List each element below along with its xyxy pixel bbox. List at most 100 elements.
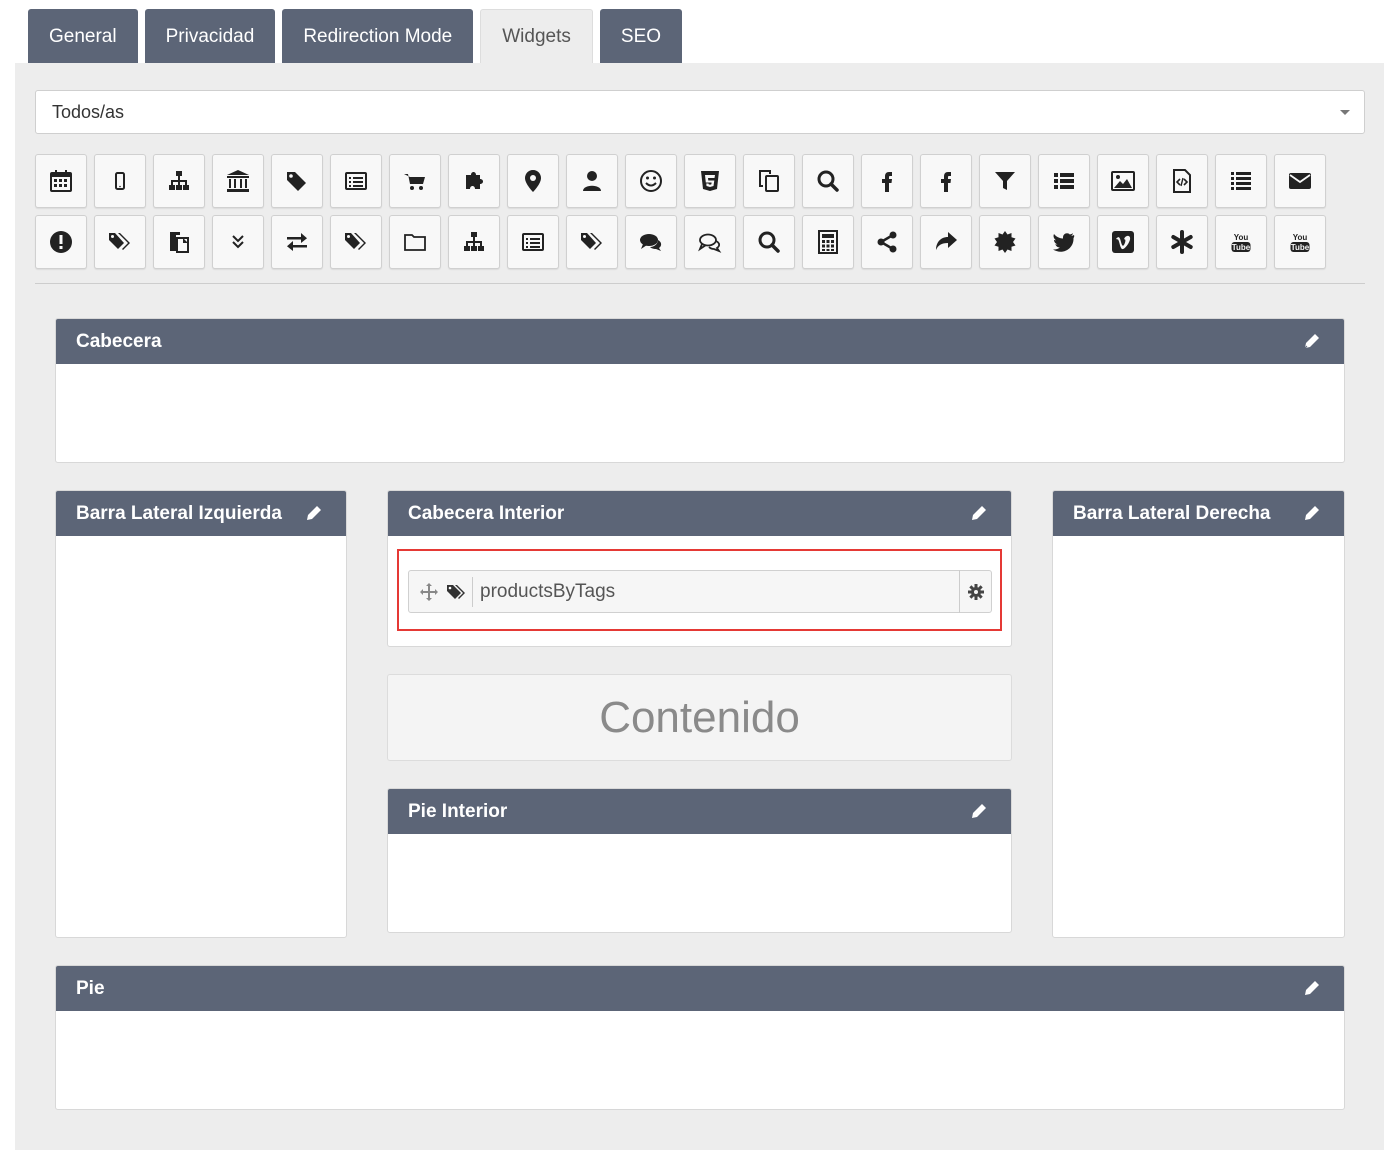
asterisk-icon	[1171, 230, 1193, 254]
comments-widget-button[interactable]	[625, 215, 677, 269]
gear-icon	[967, 583, 984, 600]
widget-filter-select[interactable]: Todos/as	[35, 90, 1365, 134]
svg-text:Tube: Tube	[1291, 243, 1310, 252]
block-header: Cabecera Interior	[388, 491, 1011, 536]
user-widget-button[interactable]	[566, 154, 618, 208]
block-pie-interior: Pie Interior	[387, 788, 1012, 933]
share-icon	[877, 231, 897, 253]
search-widget-button[interactable]	[802, 154, 854, 208]
calculator-widget-button[interactable]	[802, 215, 854, 269]
block-barra-lateral-derecha: Barra Lateral Derecha	[1052, 490, 1345, 938]
list-alt-alt-icon	[522, 233, 544, 251]
copy-widget-button[interactable]	[743, 154, 795, 208]
tags-alt-icon	[345, 233, 366, 250]
image-widget-button[interactable]	[1097, 154, 1149, 208]
tag-widget-button[interactable]	[271, 154, 323, 208]
block-title: Cabecera	[76, 330, 162, 352]
youtube-widget-button[interactable]: You Tube	[1215, 215, 1267, 269]
list-ul-widget-button[interactable]	[1038, 154, 1090, 208]
svg-text:You: You	[1234, 233, 1249, 242]
block-contenido: Contenido	[387, 674, 1012, 761]
vimeo-icon	[1112, 231, 1134, 253]
search-alt-widget-button[interactable]	[743, 215, 795, 269]
smile-widget-button[interactable]	[625, 154, 677, 208]
certificate-icon	[994, 231, 1016, 253]
facebook-widget-button[interactable]	[861, 154, 913, 208]
pencil-icon[interactable]	[304, 503, 324, 523]
tab-seo[interactable]: SEO	[599, 9, 683, 64]
paste-icon	[170, 232, 189, 253]
tab-privacidad[interactable]: Privacidad	[144, 9, 276, 64]
comments-icon	[640, 234, 662, 251]
pencil-icon[interactable]	[1302, 978, 1322, 998]
envelope-icon	[1289, 173, 1311, 189]
block-header: Barra Lateral Izquierda	[56, 491, 346, 536]
sitemap-alt-widget-button[interactable]	[448, 215, 500, 269]
share-arrow-widget-button[interactable]	[920, 215, 972, 269]
pencil-icon[interactable]	[969, 801, 989, 821]
list-widget-button[interactable]	[1215, 154, 1267, 208]
map-marker-widget-button[interactable]	[507, 154, 559, 208]
code-file-widget-button[interactable]	[1156, 154, 1208, 208]
tab-bar: General Privacidad Redirection Mode Widg…	[28, 9, 683, 64]
facebook-alt-icon	[941, 172, 951, 192]
calendar-widget-button[interactable]	[35, 154, 87, 208]
twitter-icon	[1053, 233, 1075, 252]
search-icon	[817, 170, 839, 192]
pencil-icon[interactable]	[1302, 331, 1322, 351]
tab-redirection-mode[interactable]: Redirection Mode	[282, 9, 474, 64]
block-pie: Pie	[55, 965, 1345, 1110]
vimeo-widget-button[interactable]	[1097, 215, 1149, 269]
calculator-icon	[818, 230, 838, 254]
widget-icon-row-1	[35, 154, 1326, 208]
widget-item[interactable]: productsByTags	[408, 570, 992, 613]
copy-icon	[759, 170, 779, 192]
filter-icon	[995, 172, 1015, 190]
double-chevron-down-widget-button[interactable]	[212, 215, 264, 269]
asterisk-widget-button[interactable]	[1156, 215, 1208, 269]
pencil-icon[interactable]	[1302, 503, 1322, 523]
widget-icon-row-2: You Tube You Tube	[35, 215, 1326, 269]
youtube-alt-icon: YouTube	[1290, 233, 1310, 252]
pencil-icon[interactable]	[969, 503, 989, 523]
twitter-widget-button[interactable]	[1038, 215, 1090, 269]
block-header: Pie Interior	[388, 789, 1011, 834]
filter-widget-button[interactable]	[979, 154, 1031, 208]
folder-widget-button[interactable]	[389, 215, 441, 269]
html5-widget-button[interactable]	[684, 154, 736, 208]
widget-settings-button[interactable]	[959, 570, 991, 613]
youtube-alt-widget-button[interactable]: You Tube	[1274, 215, 1326, 269]
cart-widget-button[interactable]	[389, 154, 441, 208]
paste-widget-button[interactable]	[153, 215, 205, 269]
tags-alt-widget-button[interactable]	[330, 215, 382, 269]
folder-icon	[404, 234, 426, 251]
block-title: Pie Interior	[408, 800, 508, 822]
puzzle-widget-button[interactable]	[448, 154, 500, 208]
list-alt-alt-widget-button[interactable]	[507, 215, 559, 269]
list-ul-icon	[1054, 173, 1074, 189]
list-alt-icon	[345, 172, 367, 190]
tab-widgets[interactable]: Widgets	[480, 9, 593, 64]
certificate-widget-button[interactable]	[979, 215, 1031, 269]
sitemap-widget-button[interactable]	[153, 154, 205, 208]
list-alt-widget-button[interactable]	[330, 154, 382, 208]
move-icon[interactable]	[418, 581, 440, 603]
block-header: Barra Lateral Derecha	[1053, 491, 1344, 536]
exclamation-widget-button[interactable]	[35, 215, 87, 269]
tags-widget-button[interactable]	[94, 215, 146, 269]
facebook-alt-widget-button[interactable]	[920, 154, 972, 208]
user-icon	[583, 171, 601, 191]
tags-third-widget-button[interactable]	[566, 215, 618, 269]
share-widget-button[interactable]	[861, 215, 913, 269]
bank-icon	[227, 170, 249, 192]
bank-widget-button[interactable]	[212, 154, 264, 208]
divider	[472, 576, 473, 607]
mobile-widget-button[interactable]	[94, 154, 146, 208]
exchange-widget-button[interactable]	[271, 215, 323, 269]
sitemap-icon	[169, 171, 189, 190]
envelope-widget-button[interactable]	[1274, 154, 1326, 208]
comments-outline-widget-button[interactable]	[684, 215, 736, 269]
block-title: Contenido	[599, 692, 800, 742]
tab-general[interactable]: General	[28, 9, 138, 64]
caret-down-icon	[1340, 110, 1350, 115]
